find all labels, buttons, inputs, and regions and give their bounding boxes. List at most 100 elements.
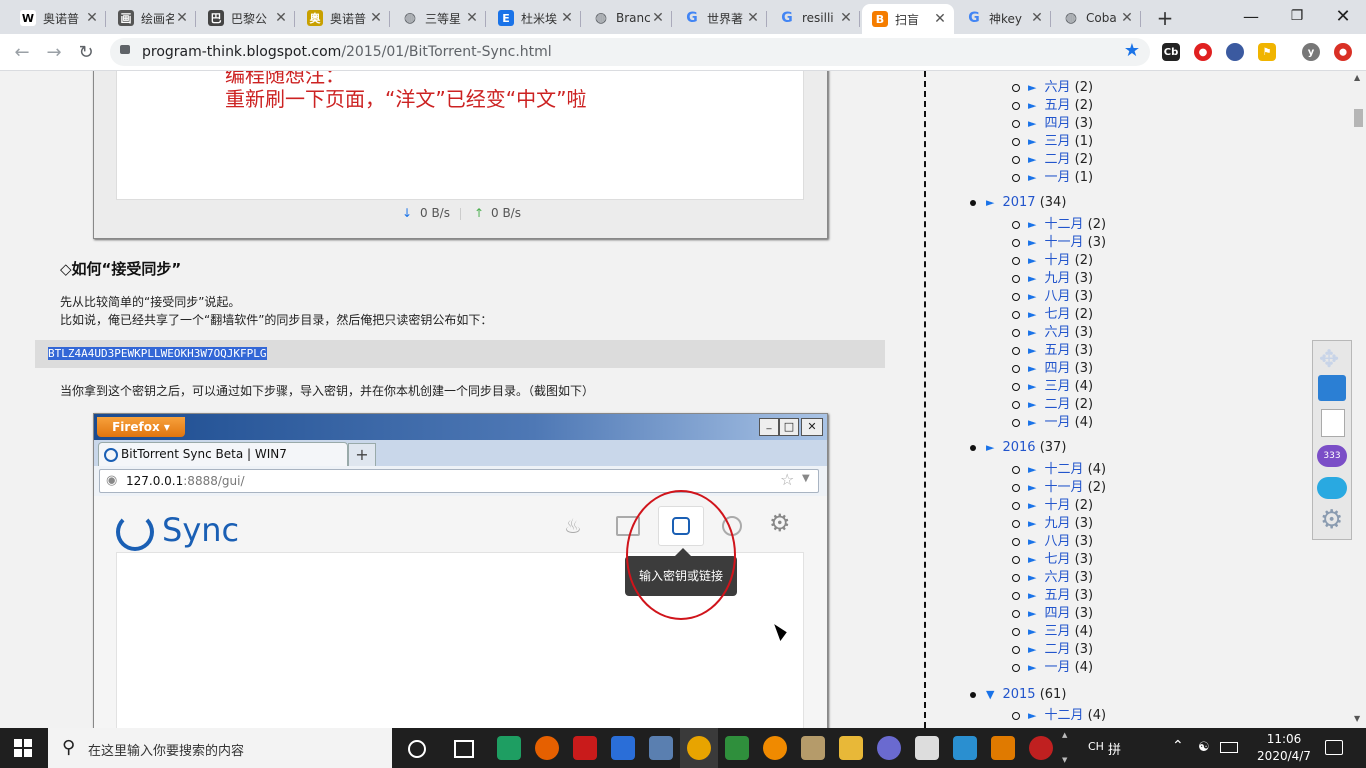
pdf-icon[interactable]	[573, 736, 597, 760]
archive-month-item[interactable]: ► 一月 (4)	[1012, 656, 1093, 675]
archive-month-link[interactable]: 六月	[1044, 570, 1070, 585]
search-tool-icon[interactable]	[991, 736, 1015, 760]
archive-month-link[interactable]: 七月	[1044, 552, 1070, 567]
paint-icon[interactable]	[649, 736, 673, 760]
archive-month-item[interactable]: ► 四月 (3)	[1012, 357, 1093, 376]
archive-month-item[interactable]: ► 六月 (3)	[1012, 566, 1093, 585]
box-icon[interactable]	[953, 736, 977, 760]
message-icon[interactable]	[1317, 477, 1347, 499]
tab-close-icon[interactable]: ✕	[84, 10, 100, 26]
archive-month-item[interactable]: ► 十二月 (4)	[1012, 458, 1106, 477]
expand-arrow-icon[interactable]: ►	[1028, 308, 1036, 321]
archive-month-item[interactable]: ► 十二月 (4)	[1012, 704, 1106, 723]
clock-date[interactable]: 2020/4/7	[1249, 749, 1319, 763]
page-scrollbar[interactable]: ▲ ▼	[1350, 71, 1366, 728]
bookmark-star-icon[interactable]: ★	[1124, 40, 1140, 61]
expand-arrow-icon[interactable]: ►	[1028, 135, 1036, 148]
expand-arrow-icon[interactable]: ►	[1028, 99, 1036, 112]
expand-arrow-icon[interactable]: ►	[1028, 589, 1036, 602]
tab-close-icon[interactable]: ✕	[650, 10, 666, 26]
archive-month-link[interactable]: 十二月	[1044, 217, 1083, 232]
expand-arrow-icon[interactable]: ►	[1028, 171, 1036, 184]
expand-arrow-icon[interactable]: ►	[1028, 643, 1036, 656]
code-icon[interactable]	[497, 736, 521, 760]
expand-arrow-icon[interactable]: ►	[1028, 481, 1036, 494]
archive-year-item[interactable]: ► 2017 (34)	[970, 195, 1066, 210]
cortana-icon[interactable]	[408, 740, 426, 758]
expand-arrow-icon[interactable]: ►	[1028, 517, 1036, 530]
archive-month-link[interactable]: 二月	[1044, 397, 1070, 412]
firefox-icon[interactable]	[535, 736, 559, 760]
archive-month-link[interactable]: 十二月	[1044, 462, 1083, 477]
expand-arrow-icon[interactable]: ►	[1028, 661, 1036, 674]
battery-icon[interactable]	[1220, 742, 1238, 753]
ime-mode-indicator[interactable]: 拼	[1108, 739, 1121, 758]
expand-arrow-icon[interactable]: ►	[1028, 571, 1036, 584]
archive-month-item[interactable]: ► 四月 (3)	[1012, 602, 1093, 621]
archive-month-link[interactable]: 四月	[1044, 606, 1070, 621]
tray-scroll-up[interactable]: ▲	[1062, 731, 1067, 739]
expand-arrow-icon[interactable]: ►	[1028, 290, 1036, 303]
tray-scroll-down[interactable]: ▼	[1062, 756, 1067, 764]
archive-month-item[interactable]: ► 八月 (3)	[1012, 285, 1093, 304]
archive-month-item[interactable]: ► 十月 (2)	[1012, 494, 1093, 513]
archive-month-link[interactable]: 三月	[1044, 379, 1070, 394]
expand-arrow-icon[interactable]: ►	[1028, 709, 1036, 722]
browser-orange-icon[interactable]	[763, 736, 787, 760]
taskbar-search-box[interactable]: ⚲ 在这里输入你要搜索的内容	[48, 728, 392, 768]
archive-month-link[interactable]: 十月	[1044, 253, 1070, 268]
ff-url-bar[interactable]: ◉ 127.0.0.1:8888/gui/ ☆ ▼	[99, 469, 819, 493]
ff-close-button[interactable]: ✕	[801, 418, 823, 436]
archive-month-item[interactable]: ► 二月 (2)	[1012, 393, 1093, 412]
tab-close-icon[interactable]: ✕	[464, 10, 480, 26]
archive-month-item[interactable]: ► 十一月 (2)	[1012, 476, 1106, 495]
archive-month-link[interactable]: 八月	[1044, 534, 1070, 549]
expand-arrow-icon[interactable]: ►	[1028, 607, 1036, 620]
tab-close-icon[interactable]: ✕	[368, 10, 384, 26]
archive-month-link[interactable]: 六月	[1044, 325, 1070, 340]
tab-close-icon[interactable]: ✕	[1029, 10, 1045, 26]
archive-month-item[interactable]: ► 五月 (2)	[1012, 94, 1093, 113]
chat-badge-icon[interactable]: 333	[1317, 445, 1347, 467]
expand-arrow-icon[interactable]: ►	[1028, 344, 1036, 357]
chrome-icon[interactable]	[687, 736, 711, 760]
tab[interactable]: Gresilli ✕	[769, 4, 860, 32]
scroll-icon[interactable]	[801, 736, 825, 760]
network-icon[interactable]: ☯	[1198, 740, 1210, 755]
archive-month-item[interactable]: ► 三月 (1)	[1012, 130, 1093, 149]
archive-month-item[interactable]: ► 五月 (3)	[1012, 584, 1093, 603]
archive-month-item[interactable]: ► 一月 (4)	[1012, 411, 1093, 430]
expand-arrow-icon[interactable]: ►	[1028, 254, 1036, 267]
archive-month-item[interactable]: ► 二月 (2)	[1012, 148, 1093, 167]
expand-arrow-icon[interactable]: ►	[1028, 153, 1036, 166]
archive-month-item[interactable]: ► 十一月 (3)	[1012, 231, 1106, 250]
archive-month-link[interactable]: 二月	[1044, 642, 1070, 657]
sync-tray-icon[interactable]	[915, 736, 939, 760]
archive-month-item[interactable]: ► 六月 (3)	[1012, 321, 1093, 340]
archive-month-link[interactable]: 一月	[1044, 660, 1070, 675]
archive-month-link[interactable]: 五月	[1044, 343, 1070, 358]
expand-arrow-icon[interactable]: ►	[1028, 416, 1036, 429]
task-view-icon[interactable]	[454, 740, 474, 758]
archive-month-link[interactable]: 十一月	[1044, 480, 1083, 495]
archive-month-link[interactable]: 九月	[1044, 516, 1070, 531]
archive-year-item[interactable]: ▼ 2015 (61)	[970, 687, 1066, 702]
scroll-up-arrow[interactable]: ▲	[1354, 73, 1360, 82]
ff-dropdown-icon[interactable]: ▼	[802, 473, 810, 484]
tab[interactable]: 奥奥诺普 ✕	[297, 4, 390, 32]
badge-extension-icon[interactable]	[1226, 43, 1244, 61]
cb-extension-icon[interactable]: Cb	[1162, 43, 1180, 61]
archive-month-item[interactable]: ► 七月 (2)	[1012, 303, 1093, 322]
settings-gear-icon[interactable]: ⚙	[1320, 505, 1343, 535]
tab[interactable]: E 杜米埃 ✕	[488, 4, 581, 32]
restore-button[interactable]: ❐	[1274, 0, 1320, 32]
new-tab-button[interactable]: +	[1152, 6, 1178, 30]
tab-close-icon[interactable]: ✕	[838, 10, 854, 26]
scroll-thumb[interactable]	[1354, 109, 1363, 127]
archive-month-item[interactable]: ► 六月 (2)	[1012, 76, 1093, 95]
tab[interactable]: ◍ Branc ✕	[583, 4, 672, 32]
expand-arrow-icon[interactable]: ►	[1028, 81, 1036, 94]
address-bar[interactable]: program-think.blogspot.com/2015/01/BitTo…	[110, 38, 1150, 66]
archive-year-link[interactable]: 2015	[1002, 687, 1035, 702]
move-arrows-icon[interactable]: ✥	[1319, 345, 1339, 373]
